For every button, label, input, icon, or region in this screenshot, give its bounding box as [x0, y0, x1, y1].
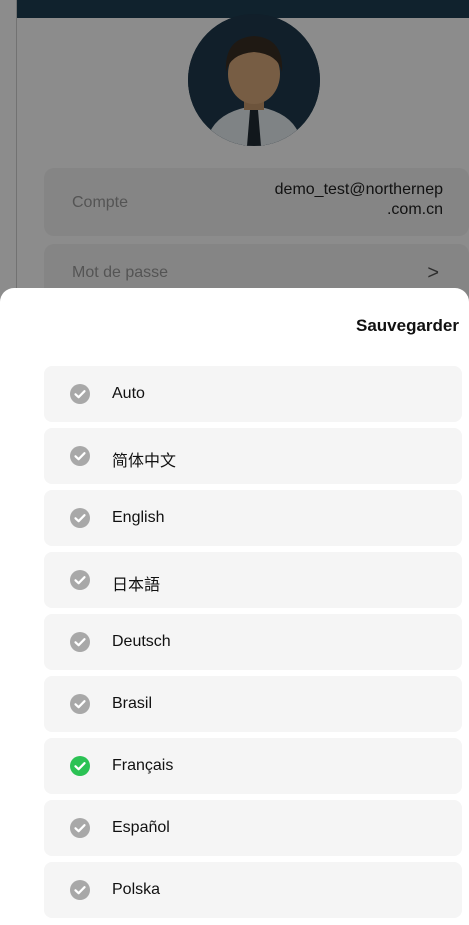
check-circle-icon	[70, 632, 90, 652]
language-option[interactable]: Polska	[44, 862, 462, 918]
language-label: English	[112, 509, 165, 526]
language-option[interactable]: Auto	[44, 366, 462, 422]
save-button[interactable]: Sauvegarder	[356, 316, 459, 336]
language-label: 日本語	[112, 577, 161, 594]
language-option[interactable]: English	[44, 490, 462, 546]
language-label: Polska	[112, 881, 161, 898]
check-circle-icon	[70, 570, 90, 590]
check-circle-icon	[70, 818, 90, 838]
language-label: 简体中文	[112, 453, 177, 470]
language-option[interactable]: Deutsch	[44, 614, 462, 670]
check-circle-icon	[70, 384, 90, 404]
language-option[interactable]: Español	[44, 800, 462, 856]
language-option[interactable]: 日本語	[44, 552, 462, 608]
language-option[interactable]: Brasil	[44, 676, 462, 732]
check-circle-icon	[70, 446, 90, 466]
check-circle-icon	[70, 694, 90, 714]
language-label: Español	[112, 819, 170, 836]
language-list: Auto 简体中文 English 日本語 Deutsch Brasil Français E…	[44, 366, 462, 924]
check-circle-icon	[70, 508, 90, 528]
language-option[interactable]: 简体中文	[44, 428, 462, 484]
check-circle-icon	[70, 756, 90, 776]
language-label: Français	[112, 757, 174, 774]
language-bottom-sheet: Sauvegarder Auto 简体中文 English 日本語 Deutsch Bra…	[0, 288, 469, 925]
language-label: Auto	[112, 385, 145, 402]
language-label: Deutsch	[112, 633, 171, 650]
language-label: Brasil	[112, 695, 153, 712]
screen: Compte demo_test@northernep .com.cn Mot …	[0, 0, 469, 925]
language-option[interactable]: Français	[44, 738, 462, 794]
check-circle-icon	[70, 880, 90, 900]
